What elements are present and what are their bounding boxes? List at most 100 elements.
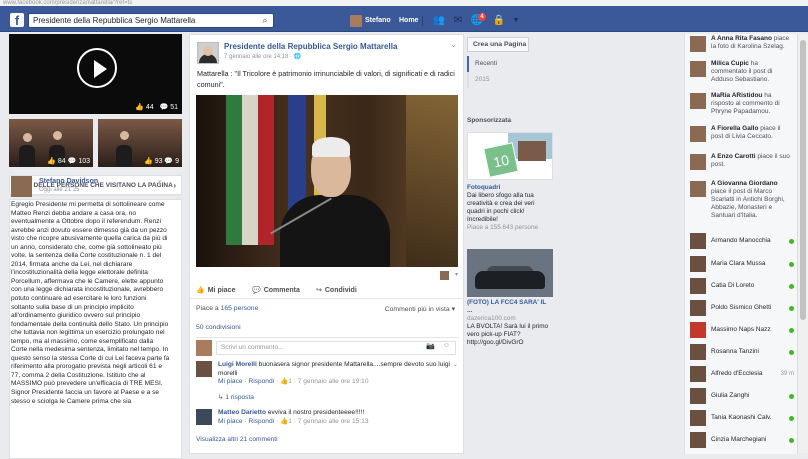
chevron-down-icon[interactable]: ⌄ (157, 176, 163, 184)
facebook-header: f Presidente della Repubblica Sergio Mat… (0, 6, 808, 32)
avatar (350, 15, 362, 27)
page-avatar[interactable] (197, 42, 219, 64)
chevron-right-icon[interactable]: › (173, 176, 176, 196)
more-comments-link[interactable]: Visualizza altri 21 commenti (196, 436, 278, 443)
friend-requests-icon[interactable]: 👥 (432, 14, 446, 27)
facebook-logo-icon[interactable]: f (10, 13, 24, 28)
avatar[interactable] (196, 361, 212, 377)
visitor-post-text: Egregio Presidente mi permetta di sottol… (11, 201, 170, 405)
online-dot-icon (789, 239, 794, 244)
home-link[interactable]: Home (399, 15, 418, 27)
like-button[interactable]: 👍 Mi piace (196, 286, 235, 294)
photo-stats: 👍 84 💬 103 (47, 158, 90, 165)
chat-contact[interactable]: Giulia Zanghi (690, 387, 794, 405)
visitor-post-time[interactable]: Oggi alle 21:25 · (39, 187, 83, 193)
avatar[interactable] (440, 271, 449, 280)
ticker-item[interactable]: Milica Cupic ha commentato il post di Ad… (690, 60, 794, 84)
online-dot-icon (789, 284, 794, 289)
photo-stats: 👍 93 💬 9 (144, 158, 179, 165)
right-sidebar: Crea una Pagina Recenti 2015 Sponsorizza… (467, 34, 635, 454)
comment-text: evviva il nostro presidenteeee!!!!! (266, 409, 365, 416)
camera-icon[interactable]: 📷 (426, 342, 435, 350)
ad-image[interactable]: 10 (467, 132, 553, 180)
emoji-icon[interactable]: ☺ (443, 342, 450, 349)
profile-link[interactable]: Stefano (350, 15, 391, 27)
search-icon[interactable]: ⌕ (257, 14, 273, 27)
avatar[interactable] (11, 176, 32, 197)
post-time[interactable]: 7 gennaio alle ore 14:18 · 🌐 (224, 53, 301, 60)
thumbs-up-icon: 👍 (279, 417, 289, 425)
thumbs-up-icon: 👍 (196, 287, 205, 294)
ad-text[interactable]: (FOTO) LA FCC4 SARA' IL ... dazerica100.… (467, 299, 553, 347)
chat-contact[interactable]: Maria Clara Mussa (690, 255, 794, 273)
year-item[interactable]: 2015 (467, 72, 517, 88)
chat-contact[interactable]: Massimo Naps Nazz... (690, 321, 794, 339)
notification-badge: 4 (478, 13, 486, 21)
post-text: Mattarella : "Il Tricolore è patrimonio … (197, 69, 455, 89)
chat-contact[interactable]: Tania Kaonashi Calv... (690, 409, 794, 427)
avatar (690, 93, 706, 109)
timeline-years: Recenti 2015 (467, 56, 517, 88)
comment-meta: Mi piace · Rispondi · 👍1 · 7 gennaio all… (218, 378, 369, 385)
chat-contact[interactable]: Poldo Sismico Ghetti (690, 299, 794, 317)
privacy-icon[interactable]: 🔒 (492, 14, 506, 27)
sponsored-title: Sponsorizzata (467, 117, 512, 124)
last-active-time: 39 m (780, 371, 794, 377)
post-photo[interactable] (196, 95, 458, 267)
page-name[interactable]: Presidente della Repubblica Sergio Matta… (224, 42, 397, 51)
comment-like-link[interactable]: Mi piace (218, 418, 243, 425)
comment-meta: Mi piace · Rispondi · 👍1 · 7 gennaio all… (218, 417, 369, 425)
ticker-item[interactable]: A Fiorella Gallo piace il post di Livia … (690, 125, 794, 142)
scrollbar[interactable] (797, 34, 808, 453)
account-menu-chevron-down-icon[interactable]: ▼ (509, 14, 523, 27)
ticker-item[interactable]: A Anna Rita Fasano piace la foto di Karo… (690, 35, 794, 52)
ticker-item[interactable]: A Giovanna Giordano piace il post di Mar… (690, 180, 794, 220)
photo-thumbnail[interactable]: 👍 93 💬 9 (98, 119, 182, 167)
avatar (690, 61, 706, 77)
avatar (690, 126, 706, 142)
comment-order-dropdown[interactable]: Commenti più in vista ▾ (385, 305, 455, 313)
close-icon[interactable]: ⌄ (452, 361, 458, 370)
chat-contact[interactable]: Armando Manocchia (690, 232, 794, 250)
shares-count[interactable]: 50 condivisioni (196, 324, 241, 331)
chat-contact[interactable]: Catia Di Loreto (690, 277, 794, 295)
visitor-post-author[interactable]: Stefano Davidson (39, 178, 98, 185)
comment-author[interactable]: Luigi Morelli (218, 361, 257, 368)
post-actions: 👍 Mi piace 💬 Commenta ↪ Condividi (190, 283, 463, 299)
comment-reply-link[interactable]: Rispondi (248, 418, 274, 425)
scrollbar-thumb[interactable] (800, 40, 806, 320)
year-item[interactable]: Recenti (467, 56, 517, 72)
chat-contact[interactable]: Rosanna Tanzini (690, 343, 794, 361)
page-post: Presidente della Repubblica Sergio Matta… (189, 34, 464, 454)
share-button[interactable]: ↪ Condividi (316, 286, 357, 294)
search-input[interactable]: Presidente della Repubblica Sergio Matta… (28, 13, 274, 28)
chat-contact[interactable]: Alfredo d'Ecclesia 39 m (690, 365, 794, 383)
ad-text[interactable]: Fotoquadri Dai libero sfogo alla tua cre… (467, 184, 553, 232)
avatar (690, 278, 706, 294)
ad-image[interactable] (467, 249, 553, 297)
user-name: Stefano (365, 17, 391, 24)
ticker-item[interactable]: MaRia ARistidou ha risposto al commento … (690, 92, 794, 116)
chevron-down-icon[interactable]: ⌄ (450, 40, 457, 49)
video-thumbnail[interactable]: 👍 44 💬 51 (9, 34, 182, 114)
avatar (690, 300, 706, 316)
play-icon[interactable] (77, 48, 117, 88)
avatar (690, 388, 706, 404)
comment-author[interactable]: Matteo Darietto (218, 409, 266, 416)
avatar[interactable] (196, 409, 212, 425)
avatar (690, 344, 706, 360)
messages-icon[interactable]: ✉ (451, 14, 465, 27)
comment-button[interactable]: 💬 Commenta (252, 286, 300, 294)
comment-like-link[interactable]: Mi piace (218, 378, 243, 385)
chevron-down-icon[interactable]: ▾ (455, 271, 458, 278)
ticker-item[interactable]: A Enzo Carotti piace il suo post. (690, 153, 794, 170)
comment-input[interactable]: Scrivi un commento... (216, 341, 456, 355)
create-page-button[interactable]: Crea una Pagina (467, 37, 529, 52)
calendar-icon: 10 (483, 142, 519, 178)
likes-count-link[interactable]: 165 persone (221, 305, 259, 312)
replies-link[interactable]: ↳ 1 risposta (218, 393, 254, 401)
photo-thumbnail[interactable]: 👍 84 💬 103 (9, 119, 93, 167)
comment-reply-link[interactable]: Rispondi (248, 378, 274, 385)
chat-contact[interactable]: Cinzia Marchegiani (690, 431, 794, 449)
online-dot-icon (789, 350, 794, 355)
